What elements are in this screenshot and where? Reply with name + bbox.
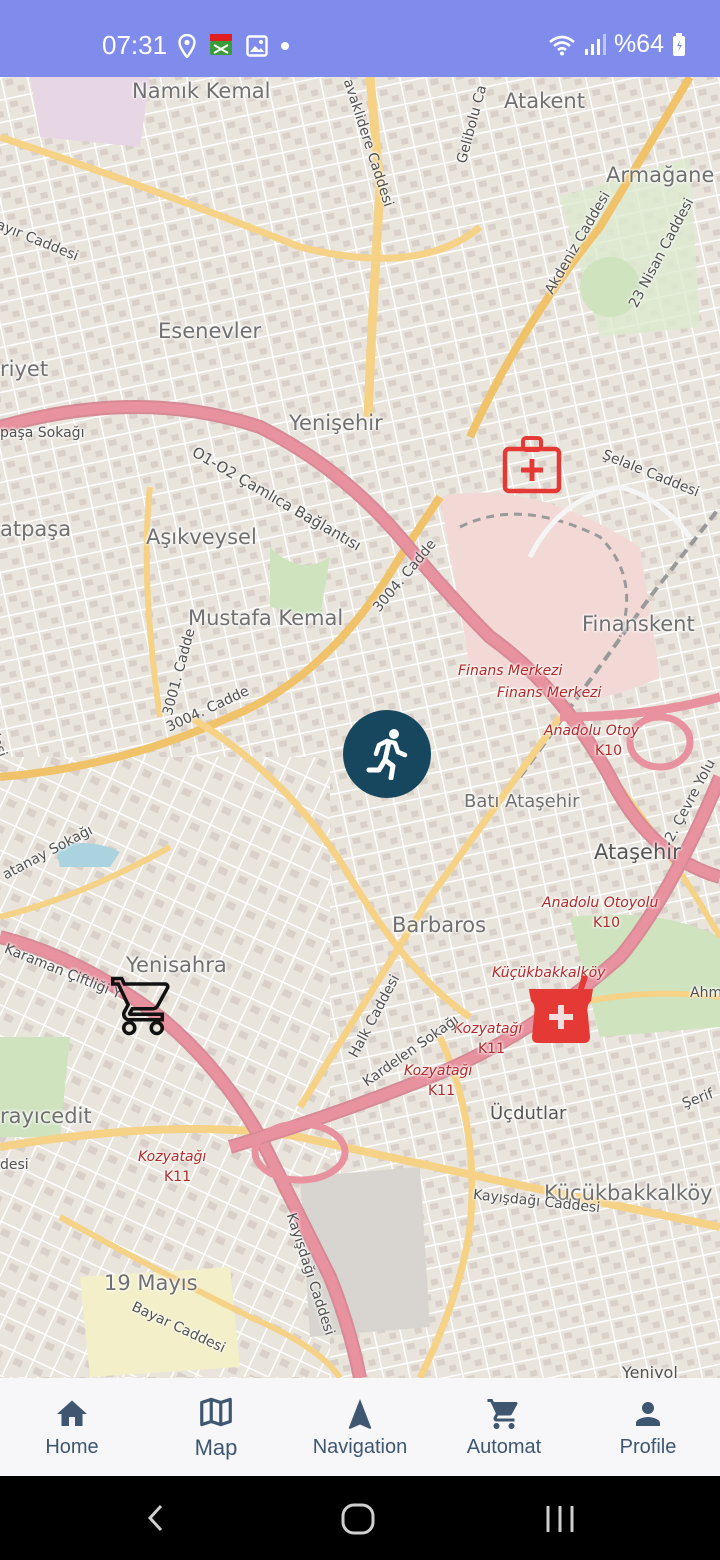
status-time: 07:31 bbox=[102, 30, 168, 60]
home-circle-icon[interactable] bbox=[340, 1502, 376, 1536]
map-label-bati-atasehir: Batı Ataşehir bbox=[464, 791, 580, 812]
bottom-navigation: Home Map Navigation Automat Profile bbox=[0, 1378, 720, 1476]
map-label-desi-2: desi bbox=[0, 1157, 29, 1173]
map-label-namik-kemal: Namık Kemal bbox=[132, 79, 271, 103]
map-label-atasehir: Ataşehir bbox=[594, 840, 681, 864]
map-label-kozyatagi-2: Kozyatağı bbox=[404, 1063, 473, 1079]
fake-gps-icon bbox=[210, 34, 232, 55]
status-bar: 07:31 %64 bbox=[0, 0, 720, 77]
map-label-yeniyol: Yeniyol bbox=[622, 1363, 678, 1378]
nav-home[interactable]: Home bbox=[0, 1396, 144, 1459]
map-label-asikveysel: Aşıkveysel bbox=[146, 525, 257, 549]
nav-navigation[interactable]: Navigation bbox=[288, 1396, 432, 1459]
walking-person-icon bbox=[366, 729, 408, 780]
map-label-yenisehir: Yenişehir bbox=[289, 411, 383, 435]
map-label-ucdutlar: Üçdutlar bbox=[490, 1103, 567, 1124]
nav-navigation-label: Navigation bbox=[312, 1435, 408, 1458]
home-icon bbox=[57, 1400, 87, 1426]
dot-icon bbox=[281, 42, 289, 50]
nav-home-label: Home bbox=[45, 1435, 99, 1458]
location-icon bbox=[178, 34, 196, 58]
battery-percent: %64 bbox=[613, 30, 664, 58]
wifi-icon bbox=[549, 35, 575, 55]
map-label-19-mayis: 19 Mayıs bbox=[104, 1271, 198, 1295]
map-label-riyet: riyet bbox=[0, 357, 49, 381]
map-label-ahm: Ahm bbox=[690, 985, 720, 1001]
map-label-atpasa: atpaşa bbox=[0, 517, 72, 541]
map-label-kozyatagi-3: Kozyatağı bbox=[138, 1149, 207, 1165]
pharmacy-icon bbox=[529, 975, 593, 1043]
system-navigation-bar bbox=[0, 1476, 720, 1560]
pharmacy-marker[interactable] bbox=[526, 973, 596, 1050]
person-icon bbox=[636, 1401, 660, 1426]
shopping-cart-marker[interactable] bbox=[110, 973, 176, 1044]
map-icon bbox=[200, 1397, 232, 1427]
map-label-barbaros: Barbaros bbox=[392, 913, 487, 937]
nav-profile[interactable]: Profile bbox=[576, 1396, 720, 1459]
map-label-k11-2: K11 bbox=[428, 1083, 455, 1099]
map-label-pasa-sokagi: paşa Sokağı bbox=[0, 425, 85, 441]
map-label-k11-3: K11 bbox=[164, 1169, 191, 1185]
map-label-kozyatagi-1: Kozyatağı bbox=[454, 1021, 523, 1037]
first-aid-kit-icon bbox=[502, 436, 562, 494]
map-label-rayicedit: rayıcedit bbox=[0, 1104, 92, 1128]
map-label-mustafa-kemal: Mustafa Kemal bbox=[188, 606, 344, 630]
battery-icon bbox=[673, 32, 685, 56]
map-label-finans-merkezi-1: Finans Merkezi bbox=[458, 663, 563, 679]
nav-automat[interactable]: Automat bbox=[432, 1396, 576, 1459]
shopping-cart-icon bbox=[110, 976, 170, 1036]
map-label-anadolu-otoyolu-2: Anadolu Otoyolu bbox=[542, 895, 659, 911]
nav-map-label: Map bbox=[194, 1435, 238, 1460]
user-location-marker[interactable] bbox=[343, 710, 431, 798]
back-icon[interactable] bbox=[140, 1502, 172, 1534]
map-label-atakent: Atakent bbox=[504, 89, 585, 113]
status-system-icons: %64 bbox=[548, 30, 686, 59]
nav-profile-label: Profile bbox=[619, 1435, 677, 1458]
cart-icon bbox=[487, 1398, 518, 1429]
signal-icon bbox=[584, 33, 606, 55]
nav-automat-label: Automat bbox=[466, 1435, 542, 1458]
map-label-k10-1: K10 bbox=[595, 743, 622, 759]
map-view[interactable]: Namık Kemal Atakent Armağane Esenevler Y… bbox=[0, 77, 720, 1378]
recents-icon[interactable] bbox=[544, 1504, 576, 1534]
map-label-k11-1: K11 bbox=[478, 1041, 505, 1057]
image-icon bbox=[246, 35, 268, 57]
map-label-k10-2: K10 bbox=[593, 915, 620, 931]
nav-map[interactable]: Map bbox=[144, 1393, 288, 1461]
map-label-finanskent: Finanskent bbox=[582, 612, 695, 636]
map-label-armagan: Armağane bbox=[606, 163, 715, 187]
status-notification-icons bbox=[178, 33, 290, 59]
map-label-anadolu-otoyolu-1: Anadolu Otoy bbox=[544, 723, 640, 739]
map-label-esenevler: Esenevler bbox=[158, 319, 262, 343]
navigation-icon bbox=[348, 1398, 372, 1429]
map-label-finans-merkezi-2: Finans Merkezi bbox=[497, 685, 602, 701]
hospital-marker[interactable] bbox=[502, 435, 562, 500]
